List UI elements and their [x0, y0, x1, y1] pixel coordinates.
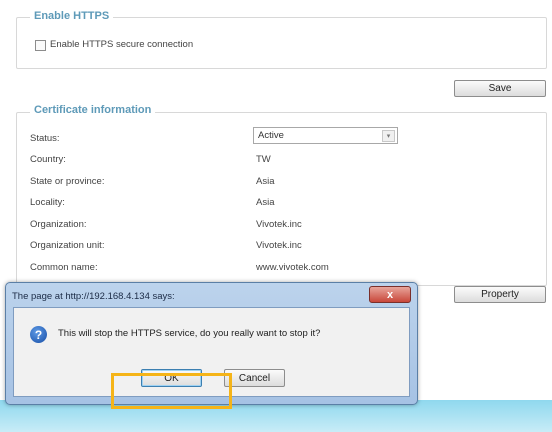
organization-unit-label: Organization unit: — [30, 240, 105, 251]
property-button[interactable]: Property — [454, 286, 546, 303]
organization-unit-value: Vivotek.inc — [256, 240, 302, 251]
organization-label: Organization: — [30, 219, 87, 230]
state-value: Asia — [256, 176, 275, 187]
common-name-label: Common name: — [30, 262, 98, 273]
dialog-message: This will stop the HTTPS service, do you… — [58, 328, 321, 339]
save-button[interactable]: Save — [454, 80, 546, 97]
certificate-title: Certificate information — [30, 104, 156, 116]
enable-https-title: Enable HTTPS — [30, 10, 114, 22]
cancel-button[interactable]: Cancel — [224, 369, 285, 387]
chevron-down-icon[interactable]: ▾ — [382, 130, 395, 142]
status-label: Status: — [30, 133, 60, 144]
country-label: Country: — [30, 154, 66, 165]
enable-https-checkbox[interactable] — [35, 40, 46, 51]
dialog-title: The page at http://192.168.4.134 says: — [12, 291, 175, 302]
organization-value: Vivotek.inc — [256, 219, 302, 230]
locality-value: Asia — [256, 197, 275, 208]
status-select[interactable]: Active ▾ — [253, 127, 398, 144]
ok-highlight-box — [111, 373, 232, 409]
country-value: TW — [256, 154, 271, 165]
status-value: Active — [258, 130, 284, 141]
common-name-value: www.vivotek.com — [256, 262, 329, 273]
enable-https-checkbox-label[interactable]: Enable HTTPS secure connection — [50, 39, 193, 50]
close-icon[interactable]: x — [369, 286, 411, 303]
state-label: State or province: — [30, 176, 105, 187]
question-icon: ? — [30, 326, 47, 343]
locality-label: Locality: — [30, 197, 65, 208]
